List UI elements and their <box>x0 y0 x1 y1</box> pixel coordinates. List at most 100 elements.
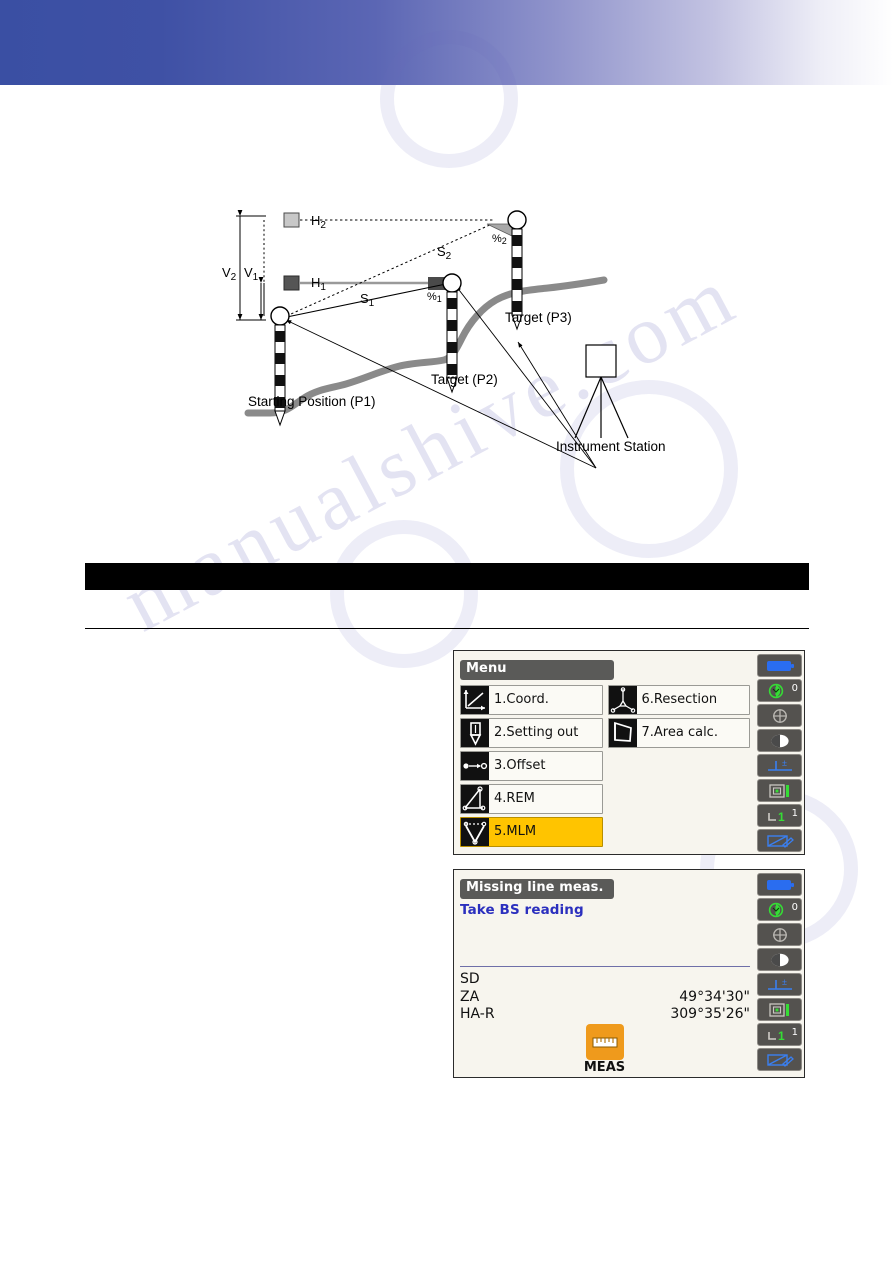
contrast-icon <box>757 729 802 752</box>
mlm-divider <box>460 966 750 967</box>
contrast-icon <box>757 948 802 971</box>
mlm-row-value: 309°35'26" <box>670 1006 750 1022</box>
mlm-row: SD <box>460 971 750 989</box>
mlm-measurement-rows: SD ZA 49°34'30" HA-R 309°35'26" <box>460 971 750 1024</box>
mlm-row-label: HA-R <box>460 1006 495 1022</box>
edit-mode-icon <box>757 1048 802 1071</box>
instrument-screen-menu: Menu 1.Coord. 2.Setting out 3.Offset 4.REM 5… <box>453 650 805 855</box>
mlm-row: HA-R 309°35'26" <box>460 1006 750 1024</box>
menu-item-offset[interactable]: 3.Offset <box>460 750 603 781</box>
svg-text:S1: S1 <box>360 291 375 309</box>
horizontal-divider <box>85 628 809 629</box>
tilt-correction-icon: ± <box>757 973 802 996</box>
menu-item-label: 2.Setting out <box>494 725 579 741</box>
mlm-row-value: 49°34'30" <box>679 988 750 1005</box>
mlm-row: ZA 49°34'30" <box>460 989 750 1007</box>
laser-pointer-icon-glyph <box>768 1002 789 1017</box>
meas-button-wrap[interactable]: MEAS <box>454 1024 755 1074</box>
crosshair-icon <box>757 923 802 946</box>
area-polygon-icon <box>608 718 637 747</box>
resection-icon <box>608 685 637 714</box>
crosshair-icon-glyph <box>772 927 787 942</box>
target-type-icon-value: 0 <box>791 683 798 694</box>
menu-item-areacalc[interactable]: 7.Area calc. <box>607 717 750 748</box>
menu-column-right: 6.Resection 7.Area calc. <box>607 684 750 847</box>
battery-icon <box>757 654 802 677</box>
menu-column-left: 1.Coord. 2.Setting out 3.Offset 4.REM 5.MLM <box>460 684 603 847</box>
instrument-screen-missing-line-meas: Missing line meas. Take BS reading SD ZA 4… <box>453 869 805 1078</box>
status-icon-rail: 0 ±1 1 <box>757 654 802 852</box>
menu-item-label: 6.Resection <box>641 692 718 708</box>
battery-icon <box>757 873 802 896</box>
remote-elevation-icon <box>461 784 489 813</box>
svg-text:V1: V1 <box>244 265 259 283</box>
svg-text:Target (P3): Target (P3) <box>505 310 572 325</box>
missing-line-measurement-diagram: H2 H1 S2 S1 V2 V1 %2 %1 Target (P3) Targ… <box>0 120 893 500</box>
coordinate-axes-icon <box>461 685 489 714</box>
offset-points-icon <box>463 762 488 770</box>
battery-icon-glyph <box>766 660 794 671</box>
missing-line-icon <box>463 821 487 845</box>
tilt-correction-icon: ± <box>757 754 802 777</box>
input-mode-icon-value: 1 <box>791 1027 798 1038</box>
svg-text:H1: H1 <box>311 275 326 293</box>
menu-item-rem[interactable]: 4.REM <box>460 783 603 814</box>
tilt-correction-icon-glyph: ± <box>767 758 792 771</box>
area-polygon-icon <box>613 721 632 742</box>
menu-screen-body: Menu 1.Coord. 2.Setting out 3.Offset 4.REM 5… <box>454 651 755 854</box>
menu-item-label: 3.Offset <box>494 758 546 774</box>
mlm-instruction-text: Take BS reading <box>460 901 584 918</box>
input-mode-icon-value: 1 <box>791 808 798 819</box>
menu-item-label: 1.Coord. <box>494 692 549 708</box>
menu-item-label: 4.REM <box>494 791 535 807</box>
remote-elevation-icon <box>462 786 486 811</box>
mlm-row-label: ZA <box>460 988 480 1005</box>
menu-item-mlm[interactable]: 5.MLM <box>460 816 603 847</box>
target-type-icon: 0 <box>757 679 802 702</box>
svg-text:%2: %2 <box>492 233 507 246</box>
contrast-icon-glyph <box>770 953 789 966</box>
input-mode-icon: 11 <box>757 804 802 827</box>
menu-item-label: 5.MLM <box>494 824 537 840</box>
missing-line-icon <box>461 817 489 846</box>
menu-title: Menu <box>460 660 614 680</box>
input-mode-icon: 11 <box>757 1023 802 1046</box>
svg-text:±: ± <box>782 977 787 987</box>
target-type-icon: 0 <box>757 898 802 921</box>
svg-text:1: 1 <box>778 810 785 824</box>
menu-item-coord[interactable]: 1.Coord. <box>460 684 603 715</box>
section-heading-bar <box>85 563 809 590</box>
menu-item-settingout[interactable]: 2.Setting out <box>460 717 603 748</box>
crosshair-icon-glyph <box>772 708 787 723</box>
crosshair-icon <box>757 704 802 727</box>
svg-text:S2: S2 <box>437 244 452 262</box>
battery-icon-glyph <box>766 879 794 890</box>
coordinate-axes-icon <box>463 689 485 711</box>
menu-grid: 1.Coord. 2.Setting out 3.Offset 4.REM 5.MLM … <box>460 684 750 847</box>
svg-text:1: 1 <box>778 1029 785 1043</box>
mlm-row-label: SD <box>460 971 480 987</box>
offset-points-icon <box>461 751 489 780</box>
svg-text:%1: %1 <box>427 291 442 304</box>
decorative-gradient-band <box>0 0 893 85</box>
prism-pole-icon <box>461 718 489 747</box>
svg-text:H2: H2 <box>311 213 326 231</box>
meas-button[interactable] <box>585 1024 624 1060</box>
svg-text:V2: V2 <box>222 265 237 283</box>
target-type-icon-value: 0 <box>791 902 798 913</box>
prism-pole-icon <box>469 722 482 746</box>
laser-pointer-icon <box>757 779 802 802</box>
meas-button-label: MEAS <box>583 1060 626 1075</box>
edit-mode-icon-glyph <box>766 1053 794 1067</box>
svg-text:Instrument Station: Instrument Station <box>556 439 666 454</box>
svg-text:±: ± <box>782 758 787 768</box>
contrast-icon-glyph <box>770 734 789 747</box>
edit-mode-icon <box>757 829 802 852</box>
tilt-correction-icon-glyph: ± <box>767 977 792 990</box>
resection-icon <box>610 687 635 713</box>
menu-item-label: 7.Area calc. <box>641 725 718 741</box>
status-icon-rail: 0 ±1 1 <box>757 873 802 1071</box>
menu-item-resection[interactable]: 6.Resection <box>607 684 750 715</box>
laser-pointer-icon <box>757 998 802 1021</box>
mlm-screen-body: Missing line meas. Take BS reading SD ZA 4… <box>454 870 755 1077</box>
